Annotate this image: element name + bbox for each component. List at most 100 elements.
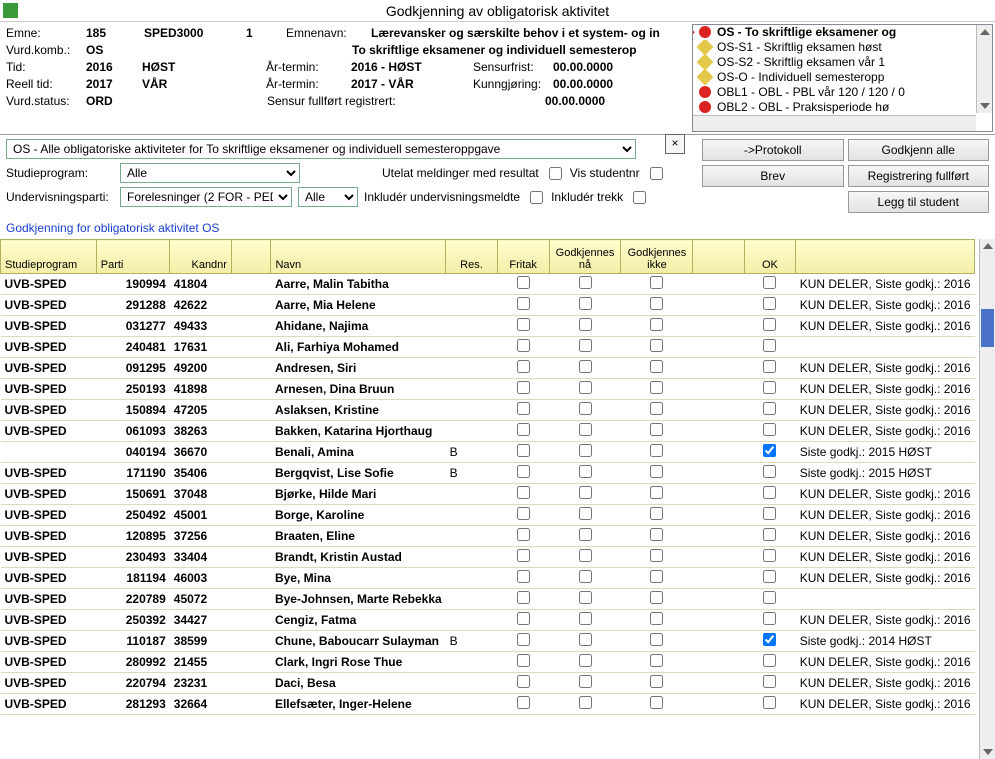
row-checkbox[interactable] — [579, 549, 592, 562]
col-parti[interactable]: Parti — [96, 240, 170, 274]
tree-scrollbar-h[interactable] — [693, 115, 976, 131]
row-checkbox[interactable] — [517, 423, 530, 436]
inkl-trekk-checkbox[interactable] — [633, 191, 646, 204]
legg-til-student-button[interactable]: Legg til student — [848, 191, 990, 213]
table-row[interactable]: UVB-SPED11018738599Chune, Baboucarr Sula… — [1, 631, 975, 652]
row-checkbox[interactable] — [517, 633, 530, 646]
row-checkbox[interactable] — [517, 465, 530, 478]
row-checkbox[interactable] — [763, 297, 776, 310]
row-checkbox[interactable] — [579, 276, 592, 289]
row-checkbox[interactable] — [517, 402, 530, 415]
col-gk-na[interactable]: Godkjennes nå — [549, 240, 621, 274]
row-checkbox[interactable] — [579, 591, 592, 604]
row-checkbox[interactable] — [650, 318, 663, 331]
row-checkbox[interactable] — [517, 318, 530, 331]
row-checkbox[interactable] — [517, 591, 530, 604]
row-checkbox[interactable] — [517, 612, 530, 625]
table-row[interactable]: UVB-SPED25049245001Borge, KarolineKUN DE… — [1, 505, 975, 526]
row-checkbox[interactable] — [650, 339, 663, 352]
table-row[interactable]: UVB-SPED22078945072Bye-Johnsen, Marte Re… — [1, 589, 975, 610]
tree-item[interactable]: OS-S1 - Skriftlig eksamen høst — [693, 40, 992, 55]
row-checkbox[interactable] — [763, 276, 776, 289]
row-checkbox[interactable] — [517, 654, 530, 667]
row-checkbox[interactable] — [763, 507, 776, 520]
row-checkbox[interactable] — [517, 507, 530, 520]
row-checkbox[interactable] — [650, 633, 663, 646]
row-checkbox[interactable] — [517, 339, 530, 352]
registrering-fullfort-button[interactable]: Registrering fullført — [848, 165, 990, 187]
row-checkbox[interactable] — [517, 444, 530, 457]
col-note[interactable] — [796, 240, 975, 274]
col-studieprogram[interactable]: Studieprogram — [1, 240, 97, 274]
col-res[interactable]: Res. — [446, 240, 498, 274]
row-checkbox[interactable] — [763, 654, 776, 667]
row-checkbox[interactable] — [763, 318, 776, 331]
tree-scrollbar-v[interactable] — [976, 25, 992, 113]
row-checkbox[interactable] — [579, 402, 592, 415]
row-checkbox[interactable] — [517, 570, 530, 583]
studieprogram-select[interactable]: Alle — [120, 163, 300, 183]
col-navn[interactable]: Navn — [271, 240, 446, 274]
col-fritak[interactable]: Fritak — [497, 240, 549, 274]
table-row[interactable]: UVB-SPED06109338263Bakken, Katarina Hjor… — [1, 421, 975, 442]
table-row[interactable]: UVB-SPED25039234427Cengiz, FatmaKUN DELE… — [1, 610, 975, 631]
row-checkbox[interactable] — [650, 528, 663, 541]
row-checkbox[interactable] — [650, 381, 663, 394]
table-row[interactable]: UVB-SPED17119035406Bergqvist, Lise Sofie… — [1, 463, 975, 484]
activity-select[interactable]: OS - Alle obligatoriske aktiviteter for … — [6, 139, 636, 159]
row-checkbox[interactable] — [579, 696, 592, 709]
row-checkbox[interactable] — [650, 402, 663, 415]
row-checkbox[interactable] — [763, 339, 776, 352]
row-checkbox[interactable] — [579, 339, 592, 352]
row-checkbox[interactable] — [650, 591, 663, 604]
row-checkbox[interactable] — [763, 402, 776, 415]
close-button[interactable]: × — [665, 134, 685, 154]
row-checkbox[interactable] — [650, 507, 663, 520]
row-checkbox[interactable] — [517, 297, 530, 310]
row-checkbox[interactable] — [763, 549, 776, 562]
row-checkbox[interactable] — [579, 486, 592, 499]
row-checkbox[interactable] — [517, 276, 530, 289]
tree-item[interactable]: OBL1 - OBL - PBL vår 120 / 120 / 0 — [693, 85, 992, 100]
row-checkbox[interactable] — [579, 528, 592, 541]
grid-scrollbar[interactable] — [979, 239, 995, 759]
row-checkbox[interactable] — [650, 465, 663, 478]
table-row[interactable]: UVB-SPED24048117631Ali, Farhiya Mohamed — [1, 337, 975, 358]
row-checkbox[interactable] — [763, 465, 776, 478]
utelat-checkbox[interactable] — [549, 167, 562, 180]
vis-studentnr-checkbox[interactable] — [650, 167, 663, 180]
row-checkbox[interactable] — [763, 360, 776, 373]
table-row[interactable]: UVB-SPED28099221455Clark, Ingri Rose Thu… — [1, 652, 975, 673]
row-checkbox[interactable] — [579, 507, 592, 520]
col-blank[interactable] — [231, 240, 270, 274]
row-checkbox[interactable] — [579, 318, 592, 331]
table-row[interactable]: UVB-SPED18119446003Bye, MinaKUN DELER, S… — [1, 568, 975, 589]
col-kandnr[interactable]: Kandnr — [170, 240, 232, 274]
tree-item[interactable]: OS-S2 - Skriftlig eksamen vår 1 — [693, 55, 992, 70]
row-checkbox[interactable] — [650, 675, 663, 688]
row-checkbox[interactable] — [763, 423, 776, 436]
tree-item[interactable]: OBL2 - OBL - Praksisperiode hø — [693, 100, 992, 115]
table-row[interactable]: UVB-SPED15069137048Bjørke, Hilde MariKUN… — [1, 484, 975, 505]
table-row[interactable]: UVB-SPED19099441804Aarre, Malin TabithaK… — [1, 274, 975, 295]
tree-panel[interactable]: OS - To skriftlige eksamener ogOS-S1 - S… — [692, 24, 993, 132]
table-row[interactable]: UVB-SPED09129549200Andresen, SiriKUN DEL… — [1, 358, 975, 379]
row-checkbox[interactable] — [517, 675, 530, 688]
tree-item[interactable]: OS-O - Individuell semesteropp — [693, 70, 992, 85]
brev-button[interactable]: Brev — [702, 165, 844, 187]
col-blank2[interactable] — [693, 240, 744, 274]
inkl-umeldte-checkbox[interactable] — [530, 191, 543, 204]
row-checkbox[interactable] — [650, 486, 663, 499]
row-checkbox[interactable] — [579, 360, 592, 373]
row-checkbox[interactable] — [763, 696, 776, 709]
row-checkbox[interactable] — [650, 570, 663, 583]
row-checkbox[interactable] — [763, 570, 776, 583]
protokoll-button[interactable]: ->Protokoll — [702, 139, 844, 161]
table-row[interactable]: UVB-SPED29128842622Aarre, Mia HeleneKUN … — [1, 295, 975, 316]
row-checkbox[interactable] — [763, 444, 776, 457]
activity-link[interactable]: Godkjenning for obligatorisk aktivitet O… — [0, 217, 995, 239]
row-checkbox[interactable] — [579, 675, 592, 688]
row-checkbox[interactable] — [517, 381, 530, 394]
row-checkbox[interactable] — [763, 612, 776, 625]
row-checkbox[interactable] — [650, 549, 663, 562]
